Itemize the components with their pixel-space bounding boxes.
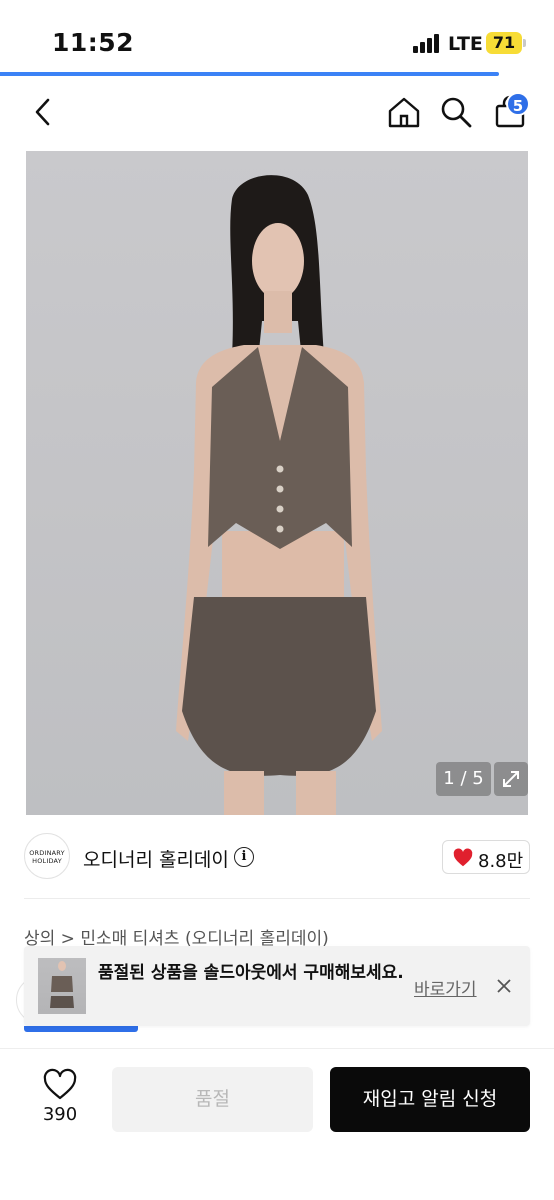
info-icon[interactable]: i (234, 847, 254, 867)
search-icon (441, 97, 472, 128)
top-nav (0, 80, 554, 146)
expand-icon (503, 771, 519, 787)
wishlist-button[interactable]: 390 (34, 1066, 86, 1132)
chevron-left-icon (35, 98, 50, 126)
like-count: 8.8만 (478, 851, 524, 872)
bottom-divider (0, 1048, 554, 1049)
status-time: 11:52 (52, 28, 135, 57)
tab-indicator (24, 1026, 138, 1032)
toast-thumbnail (38, 958, 86, 1014)
product-image[interactable] (26, 151, 528, 815)
brand-row: ORDINARY HOLIDAY 오디너리 홀리데이 i 8.8만 (24, 830, 530, 884)
back-button[interactable] (24, 92, 64, 132)
brand-name[interactable]: 오디너리 홀리데이 (83, 845, 229, 872)
toast-message: 품절된 상품을 솔드아웃에서 구매해보세요. (98, 963, 404, 983)
status-bar: 11:52 LTE 71 (0, 0, 554, 74)
page-load-progress (0, 72, 554, 76)
soldout-toast: 품절된 상품을 솔드아웃에서 구매해보세요. 바로가기 (24, 946, 530, 1026)
brand-logo-line1: ORDINARY (29, 849, 65, 857)
home-button[interactable] (384, 92, 424, 132)
heart-outline-icon (43, 1068, 77, 1100)
network-label: LTE (448, 33, 483, 55)
heart-icon (453, 848, 473, 867)
cart-count-badge: 5 (506, 92, 530, 116)
restock-alert-button[interactable]: 재입고 알림 신청 (330, 1067, 530, 1132)
soldout-button[interactable]: 품절 (112, 1067, 313, 1132)
home-icon (388, 97, 420, 128)
brand-logo[interactable]: ORDINARY HOLIDAY (24, 833, 70, 879)
divider (24, 898, 530, 899)
toast-go-link[interactable]: 바로가기 (414, 975, 477, 1000)
search-button[interactable] (436, 92, 476, 132)
like-button[interactable]: 8.8만 (442, 840, 530, 874)
close-icon (497, 979, 511, 993)
expand-image-button[interactable] (494, 762, 528, 796)
wishlist-count: 390 (42, 1104, 78, 1125)
brand-logo-line2: HOLIDAY (32, 857, 62, 865)
image-counter: 1 / 5 (436, 762, 491, 796)
page-load-progress-fill (0, 72, 499, 76)
toast-close-button[interactable] (494, 976, 514, 996)
signal-icon (413, 33, 443, 53)
product-photo (176, 175, 382, 815)
battery-indicator: 71 (486, 32, 526, 54)
